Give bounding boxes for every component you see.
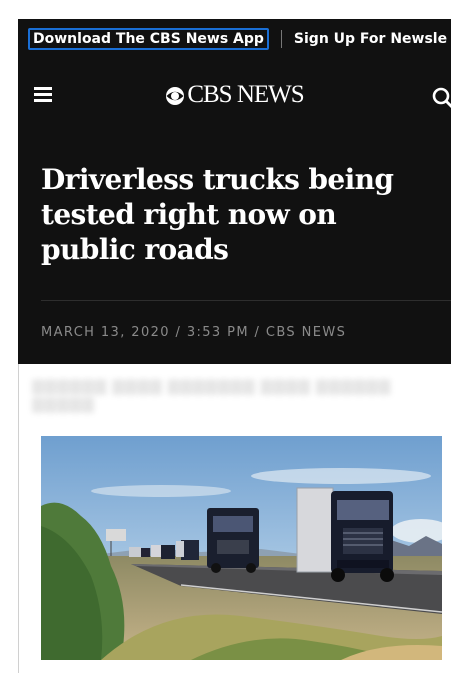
- content-frame-rule: [18, 364, 19, 673]
- logo-text: CBS NEWS: [187, 81, 304, 108]
- trucks-on-highway-photo: [41, 436, 442, 660]
- cbs-eye-icon: [166, 87, 185, 106]
- promo-divider: [280, 30, 282, 48]
- header-divider: [41, 300, 451, 301]
- site-header: CBS NEWS Driverless trucks being tested …: [18, 59, 451, 364]
- search-icon[interactable]: [431, 86, 451, 110]
- promo-bar: Download The CBS News App Sign Up For Ne…: [18, 19, 451, 59]
- newsletter-signup-link[interactable]: Sign Up For Newsle: [294, 31, 447, 47]
- article-headline: Driverless trucks being tested right now…: [41, 163, 394, 266]
- cbs-news-logo[interactable]: CBS NEWS: [18, 81, 451, 109]
- ad-placeholder: ▇▇▇▇▇▇ ▇▇▇▇ ▇▇▇▇▇▇▇ ▇▇▇▇ ▇▇▇▇▇▇ ▇▇▇▇▇: [32, 378, 392, 413]
- download-app-link[interactable]: Download The CBS News App: [28, 28, 269, 50]
- hero-image[interactable]: [41, 436, 442, 660]
- article-byline: MARCH 13, 2020 / 3:53 PM / CBS NEWS: [41, 325, 347, 340]
